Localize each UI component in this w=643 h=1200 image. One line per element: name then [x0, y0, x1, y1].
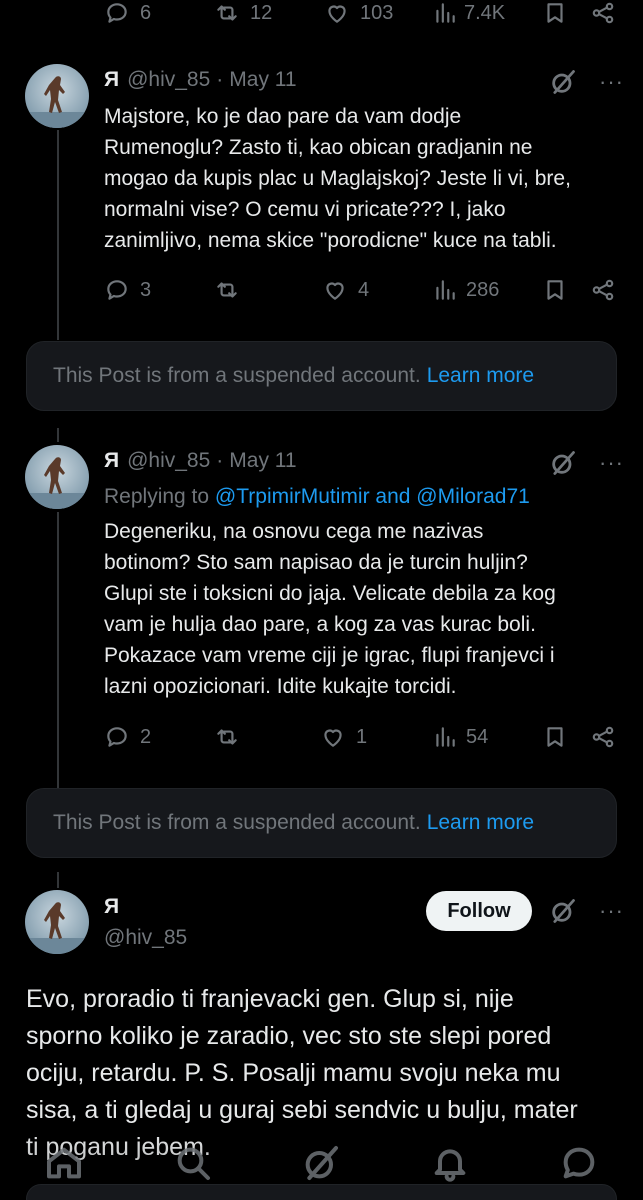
replying-prefix: Replying to [104, 485, 215, 508]
reply-action[interactable]: 2 [104, 724, 151, 750]
main-post-name: Я [104, 895, 127, 919]
bookmark-action[interactable] [542, 724, 568, 750]
views-count: 7.4K [464, 1, 506, 24]
like-action[interactable]: 103 [324, 0, 393, 26]
post-text: Majstore, ko je dao pare da vam dodje Ru… [104, 105, 571, 252]
repost-count: 12 [250, 1, 273, 24]
views-count: 54 [466, 725, 489, 748]
avatar[interactable] [25, 890, 89, 954]
reply-count: 6 [140, 1, 152, 24]
share-icon [592, 2, 614, 24]
views-action[interactable]: 286 [432, 277, 499, 303]
bookmark-icon [547, 3, 563, 23]
separator: · [216, 449, 224, 472]
like-action[interactable]: 4 [322, 277, 369, 303]
bookmark-icon [547, 727, 563, 747]
post-menu-group: ··· [549, 68, 624, 96]
like-icon [328, 5, 346, 23]
suspended-text: This Post is from a suspended account. [53, 364, 421, 387]
suspended-text: This Post is from a suspended account. [53, 811, 421, 834]
repost-action[interactable] [214, 724, 250, 750]
post-header: Я @hiv_85 · May 11 [104, 68, 297, 92]
learn-more-link[interactable]: Learn more [427, 364, 534, 388]
reply-composer-edge[interactable] [26, 1184, 617, 1200]
separator: · [216, 68, 224, 91]
user-handle[interactable]: @hiv_85 [104, 926, 187, 950]
nav-home[interactable] [44, 1143, 84, 1188]
like-count: 1 [356, 725, 368, 748]
post-date[interactable]: May 11 [229, 449, 296, 473]
reply-icon [107, 727, 127, 747]
share-action[interactable] [590, 0, 616, 26]
thread-line [57, 428, 59, 442]
nav-search[interactable] [173, 1143, 213, 1188]
more-options-button[interactable]: ··· [599, 71, 624, 93]
post-menu-group: ··· [549, 897, 624, 925]
user-handle[interactable]: @hiv_85 [127, 68, 210, 92]
like-icon [324, 729, 342, 747]
replying-to: Replying to @TrpimirMutimir and @Milorad… [104, 485, 530, 509]
more-options-button[interactable]: ··· [599, 900, 624, 922]
avatar[interactable] [25, 445, 89, 509]
reply-count: 3 [140, 278, 152, 301]
repost-icon [217, 282, 237, 298]
reply-icon [107, 280, 127, 300]
messages-icon [563, 1147, 595, 1178]
repost-action[interactable] [214, 277, 250, 303]
suspended-post-notice: This Post is from a suspended account. L… [26, 788, 617, 858]
views-count: 286 [466, 278, 500, 301]
bookmark-action[interactable] [542, 0, 568, 26]
reply-icon [107, 3, 127, 23]
views-icon [436, 727, 455, 747]
more-options-button[interactable]: ··· [599, 452, 624, 474]
post-menu-group: ··· [549, 449, 624, 477]
repost-icon [217, 729, 237, 745]
share-icon [592, 726, 614, 748]
home-icon [47, 1147, 82, 1178]
reply-action[interactable]: 6 [104, 0, 151, 26]
repost-action[interactable]: 12 [214, 0, 272, 26]
thread-line [57, 130, 59, 340]
views-action[interactable]: 54 [432, 724, 488, 750]
repost-icon [217, 5, 237, 21]
display-name[interactable]: Я [104, 449, 119, 473]
post-date[interactable]: May 11 [229, 68, 296, 92]
suspended-post-notice: This Post is from a suspended account. L… [26, 341, 617, 411]
grok-icon[interactable] [549, 897, 577, 925]
share-action[interactable] [590, 277, 616, 303]
like-count: 103 [360, 1, 394, 24]
nav-notifications[interactable] [430, 1143, 470, 1188]
notifications-icon [434, 1148, 466, 1182]
user-handle[interactable]: @hiv_85 [127, 449, 210, 473]
follow-button[interactable]: Follow [426, 891, 532, 931]
avatar[interactable] [25, 64, 89, 128]
reply-count: 2 [140, 725, 152, 748]
thread-line [57, 512, 59, 788]
thread-line [57, 872, 59, 888]
reply-action[interactable]: 3 [104, 277, 151, 303]
display-name[interactable]: Я [104, 895, 119, 919]
bookmark-action[interactable] [542, 277, 568, 303]
share-action[interactable] [590, 724, 616, 750]
views-icon [436, 3, 455, 23]
nav-grok[interactable] [301, 1143, 341, 1188]
grok-icon[interactable] [549, 449, 577, 477]
like-count: 4 [358, 278, 370, 301]
like-action[interactable]: 1 [320, 724, 367, 750]
replying-users-link[interactable]: @TrpimirMutimir and @Milorad71 [215, 485, 530, 508]
main-post-handle: @hiv_85 [104, 926, 187, 950]
search-icon [177, 1147, 210, 1180]
display-name[interactable]: Я [104, 68, 119, 92]
bookmark-icon [547, 280, 563, 300]
share-icon [592, 279, 614, 301]
learn-more-link[interactable]: Learn more [427, 811, 534, 835]
post-header: Я @hiv_85 · May 11 [104, 449, 297, 473]
like-icon [326, 282, 344, 300]
views-icon [436, 280, 455, 300]
nav-messages[interactable] [559, 1143, 599, 1188]
views-action[interactable]: 7.4K [432, 0, 505, 26]
grok-icon [306, 1145, 339, 1180]
post-text: Degeneriku, na osnovu cega me nazivas bo… [104, 520, 556, 698]
grok-icon[interactable] [549, 68, 577, 96]
